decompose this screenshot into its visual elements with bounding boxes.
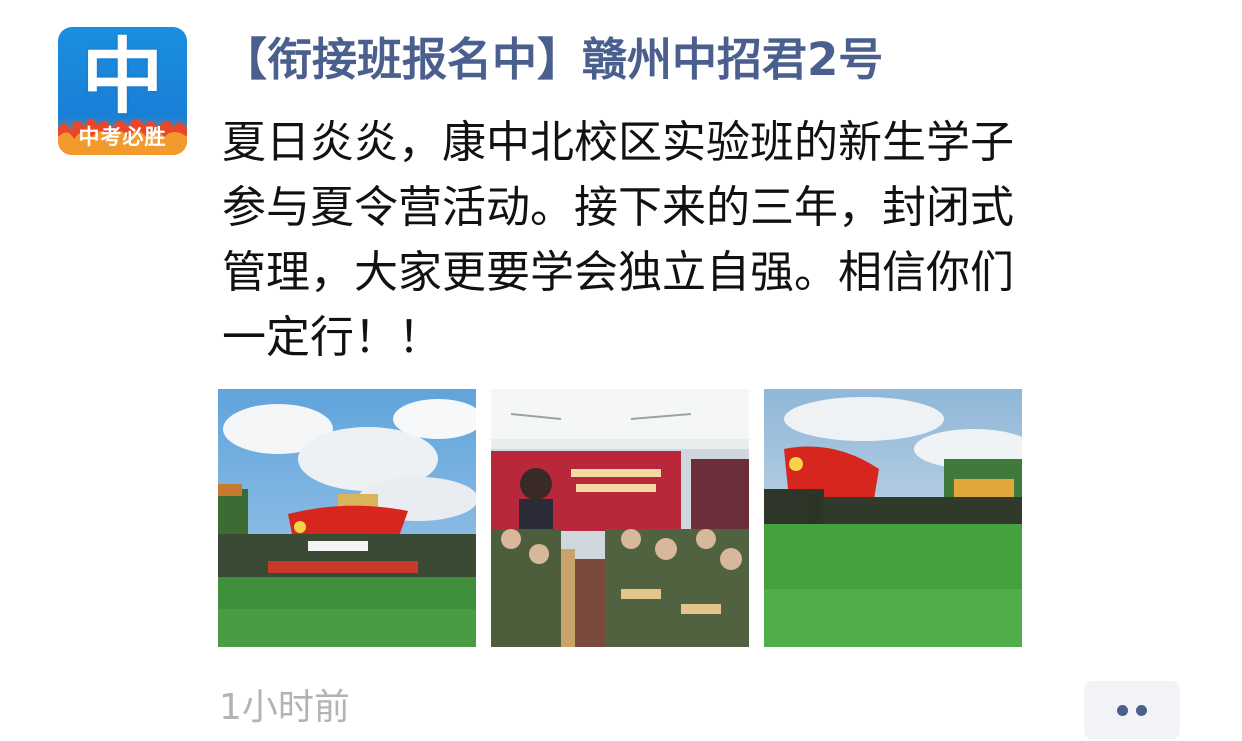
more-dots-icon bbox=[1136, 705, 1147, 716]
post-photo-2[interactable] bbox=[491, 389, 749, 647]
post-timestamp: 1小时前 bbox=[219, 687, 350, 728]
author-avatar[interactable]: 中 中考必胜 bbox=[58, 27, 187, 155]
moments-post: 中 中考必胜 【衔接班报名中】赣州中招君2号 夏日炎炎，康中北校区实验班的新生学… bbox=[0, 0, 1242, 741]
post-content: 夏日炎炎，康中北校区实验班的新生学子 参与夏令营活动。接下来的三年，封闭式 管理… bbox=[222, 117, 1014, 363]
author-name[interactable]: 【衔接班报名中】赣州中招君2号 bbox=[222, 30, 883, 90]
classroom-students-photo-icon bbox=[491, 389, 749, 647]
post-photo-1[interactable] bbox=[218, 389, 476, 647]
avatar-logo-char: 中 bbox=[81, 30, 164, 125]
more-dots-icon bbox=[1117, 705, 1128, 716]
more-options-button[interactable] bbox=[1084, 681, 1180, 739]
post-photo-3[interactable] bbox=[764, 389, 1022, 647]
outdoor-camp-group-photo-icon bbox=[218, 389, 476, 647]
field-formation-photo-icon bbox=[764, 389, 1022, 647]
avatar-slogan: 中考必胜 bbox=[78, 125, 167, 149]
